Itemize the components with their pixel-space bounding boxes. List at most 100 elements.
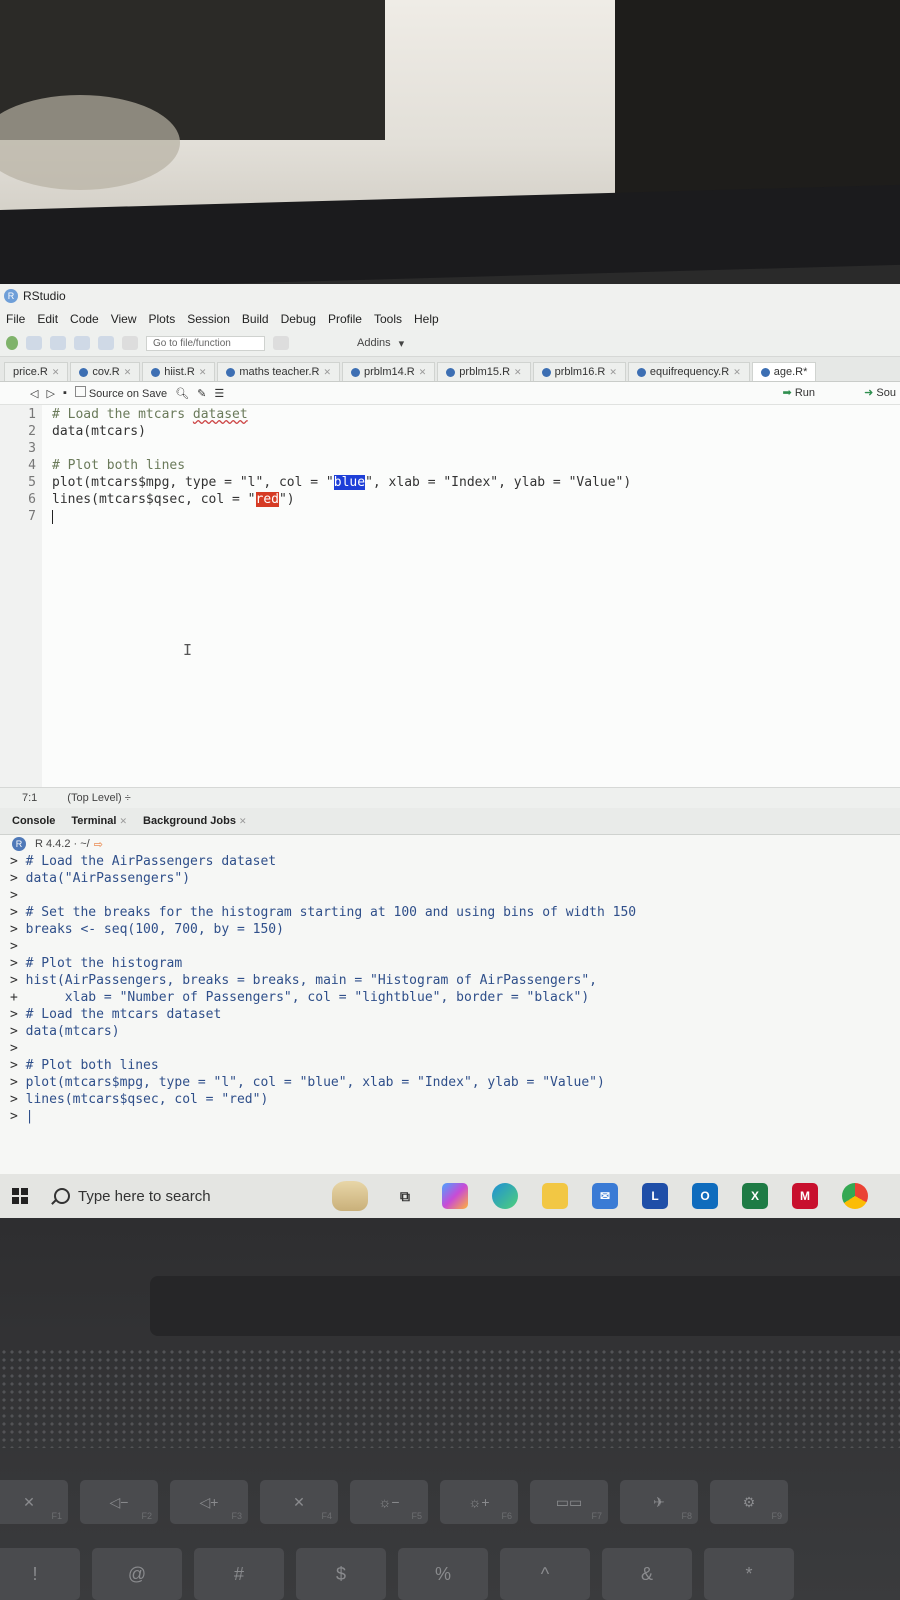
console-output[interactable]: > # Load the AirPassengers dataset > dat…	[0, 853, 900, 1125]
tab-prblm15[interactable]: prblm15.R ✕	[437, 362, 531, 381]
r-file-icon	[541, 367, 551, 377]
menu-profile[interactable]: Profile	[328, 312, 362, 326]
tab-terminal[interactable]: Terminal ✕	[71, 815, 127, 827]
close-icon[interactable]: ✕	[323, 367, 331, 378]
tab-prblm14[interactable]: prblm14.R ✕	[342, 362, 436, 381]
menu-help[interactable]: Help	[414, 312, 439, 326]
code-line: 4 # Plot both lines	[0, 458, 185, 474]
source-on-save-checkbox[interactable]: Source on Save	[74, 386, 167, 400]
addins-dropdown[interactable]: Addins	[357, 337, 391, 349]
tab-hiist[interactable]: hiist.R ✕	[142, 362, 216, 381]
console-line: > # Load the mtcars dataset	[10, 1006, 900, 1023]
menu-tools[interactable]: Tools	[374, 312, 402, 326]
key-f6: ☼+ F6	[440, 1480, 518, 1524]
editor-status-bar: 7:1 (Top Level) ÷	[0, 787, 900, 808]
back-arrow-icon[interactable]: ◁	[30, 387, 38, 400]
chevron-down-icon: ▾	[398, 337, 405, 350]
prompt: +	[10, 990, 18, 1005]
open-file-icon[interactable]	[50, 336, 66, 350]
tab-price[interactable]: price.R ✕	[4, 362, 69, 381]
open-project-icon[interactable]	[26, 336, 42, 350]
menu-view[interactable]: View	[111, 312, 137, 326]
mail-icon[interactable]: ✉	[592, 1183, 618, 1209]
copilot-icon[interactable]	[442, 1183, 468, 1209]
key-f9: ⚙ F9	[710, 1480, 788, 1524]
file-explorer-icon[interactable]	[542, 1183, 568, 1209]
editor-tabs: price.R ✕ cov.R ✕ hiist.R ✕ maths teacher.R…	[0, 357, 900, 382]
r-file-icon	[151, 367, 161, 377]
code-editor[interactable]: 1 # Load the mtcars dataset 2 data(mtcars)…	[0, 405, 900, 787]
line-number: 5	[28, 475, 36, 490]
go-to-file-input[interactable]: Go to file/function	[146, 335, 265, 351]
save-all-icon[interactable]	[98, 336, 114, 350]
menu-debug[interactable]: Debug	[281, 312, 316, 326]
magic-wand-icon[interactable]: ✎	[197, 387, 206, 400]
tab-equifrequency[interactable]: equifrequency.R ✕	[627, 362, 750, 381]
menu-code[interactable]: Code	[70, 312, 99, 326]
prompt: >	[10, 905, 18, 920]
tab-maths-teacher[interactable]: maths teacher.R ✕	[217, 362, 340, 381]
l-app-icon[interactable]: L	[642, 1183, 668, 1209]
tab-cov[interactable]: cov.R ✕	[70, 362, 141, 381]
menu-file[interactable]: File	[6, 312, 25, 326]
outline-icon[interactable]: ☰	[214, 387, 224, 400]
new-file-icon[interactable]	[6, 336, 18, 350]
key-2: @	[92, 1548, 182, 1600]
key-label: F1	[51, 1511, 62, 1521]
tab-age[interactable]: age.R*	[751, 362, 817, 381]
console-input[interactable]: |	[18, 1109, 34, 1124]
widgets-icon[interactable]	[332, 1181, 368, 1211]
line-number: 6	[28, 492, 36, 507]
prompt: >	[10, 1109, 18, 1124]
key-f1: ✕ F1	[0, 1480, 68, 1524]
taskbar-search[interactable]: Type here to search	[48, 1181, 294, 1211]
save-file-icon[interactable]: ▪	[63, 387, 67, 399]
line-number: 2	[28, 424, 36, 439]
key-f5: ☼− F5	[350, 1480, 428, 1524]
close-icon[interactable]: ✕	[609, 367, 617, 378]
task-view-icon[interactable]: ⧉	[392, 1183, 418, 1209]
r-file-icon	[226, 367, 236, 377]
go-to-dir-icon[interactable]: ⇨	[94, 838, 103, 851]
mcafee-icon[interactable]: M	[792, 1183, 818, 1209]
save-icon[interactable]	[74, 336, 90, 350]
tab-prblm16[interactable]: prblm16.R ✕	[532, 362, 626, 381]
tab-label: equifrequency.R	[649, 366, 730, 378]
source-button[interactable]: ➜ Sou	[864, 386, 896, 399]
close-icon[interactable]: ✕	[124, 367, 132, 378]
close-icon[interactable]: ✕	[239, 816, 247, 826]
close-icon[interactable]: ✕	[733, 367, 741, 378]
tab-label: prblm14.R	[364, 366, 415, 378]
forward-arrow-icon[interactable]: ▷	[46, 387, 54, 400]
number-key-row: ! @ # $ % ^ & *	[0, 1548, 794, 1600]
windows-start-icon[interactable]	[12, 1188, 28, 1204]
search-icon[interactable]: 🔍︎	[175, 387, 189, 400]
laptop-screen: R RStudio File Edit Code View Plots Sess…	[0, 284, 900, 1218]
menu-build[interactable]: Build	[242, 312, 269, 326]
key-4: $	[296, 1548, 386, 1600]
workspace-panes-icon[interactable]	[273, 336, 289, 350]
r-file-icon	[351, 367, 360, 377]
menu-edit[interactable]: Edit	[37, 312, 58, 326]
close-icon[interactable]: ✕	[514, 367, 522, 378]
menu-plots[interactable]: Plots	[149, 312, 176, 326]
excel-icon[interactable]: X	[742, 1183, 768, 1209]
menu-session[interactable]: Session	[187, 312, 230, 326]
edge-icon[interactable]	[492, 1183, 518, 1209]
prompt: >	[10, 1075, 18, 1090]
chrome-icon[interactable]	[842, 1183, 868, 1209]
close-icon[interactable]: ✕	[199, 367, 207, 378]
console-input-line[interactable]: > |	[10, 1108, 900, 1125]
tab-background-jobs[interactable]: Background Jobs ✕	[143, 815, 247, 827]
outlook-icon[interactable]: O	[692, 1183, 718, 1209]
run-button[interactable]: ➡ Run	[783, 386, 815, 399]
close-icon[interactable]: ✕	[419, 367, 427, 378]
close-icon[interactable]: ✕	[52, 367, 60, 378]
tab-console[interactable]: Console	[12, 815, 55, 827]
key-8: *	[704, 1548, 794, 1600]
scope-selector[interactable]: (Top Level) ÷	[67, 792, 131, 804]
tab-label: Terminal	[71, 815, 117, 827]
close-icon[interactable]: ✕	[120, 816, 128, 826]
print-icon[interactable]	[122, 336, 138, 350]
tab-label: maths teacher.R	[239, 366, 320, 378]
